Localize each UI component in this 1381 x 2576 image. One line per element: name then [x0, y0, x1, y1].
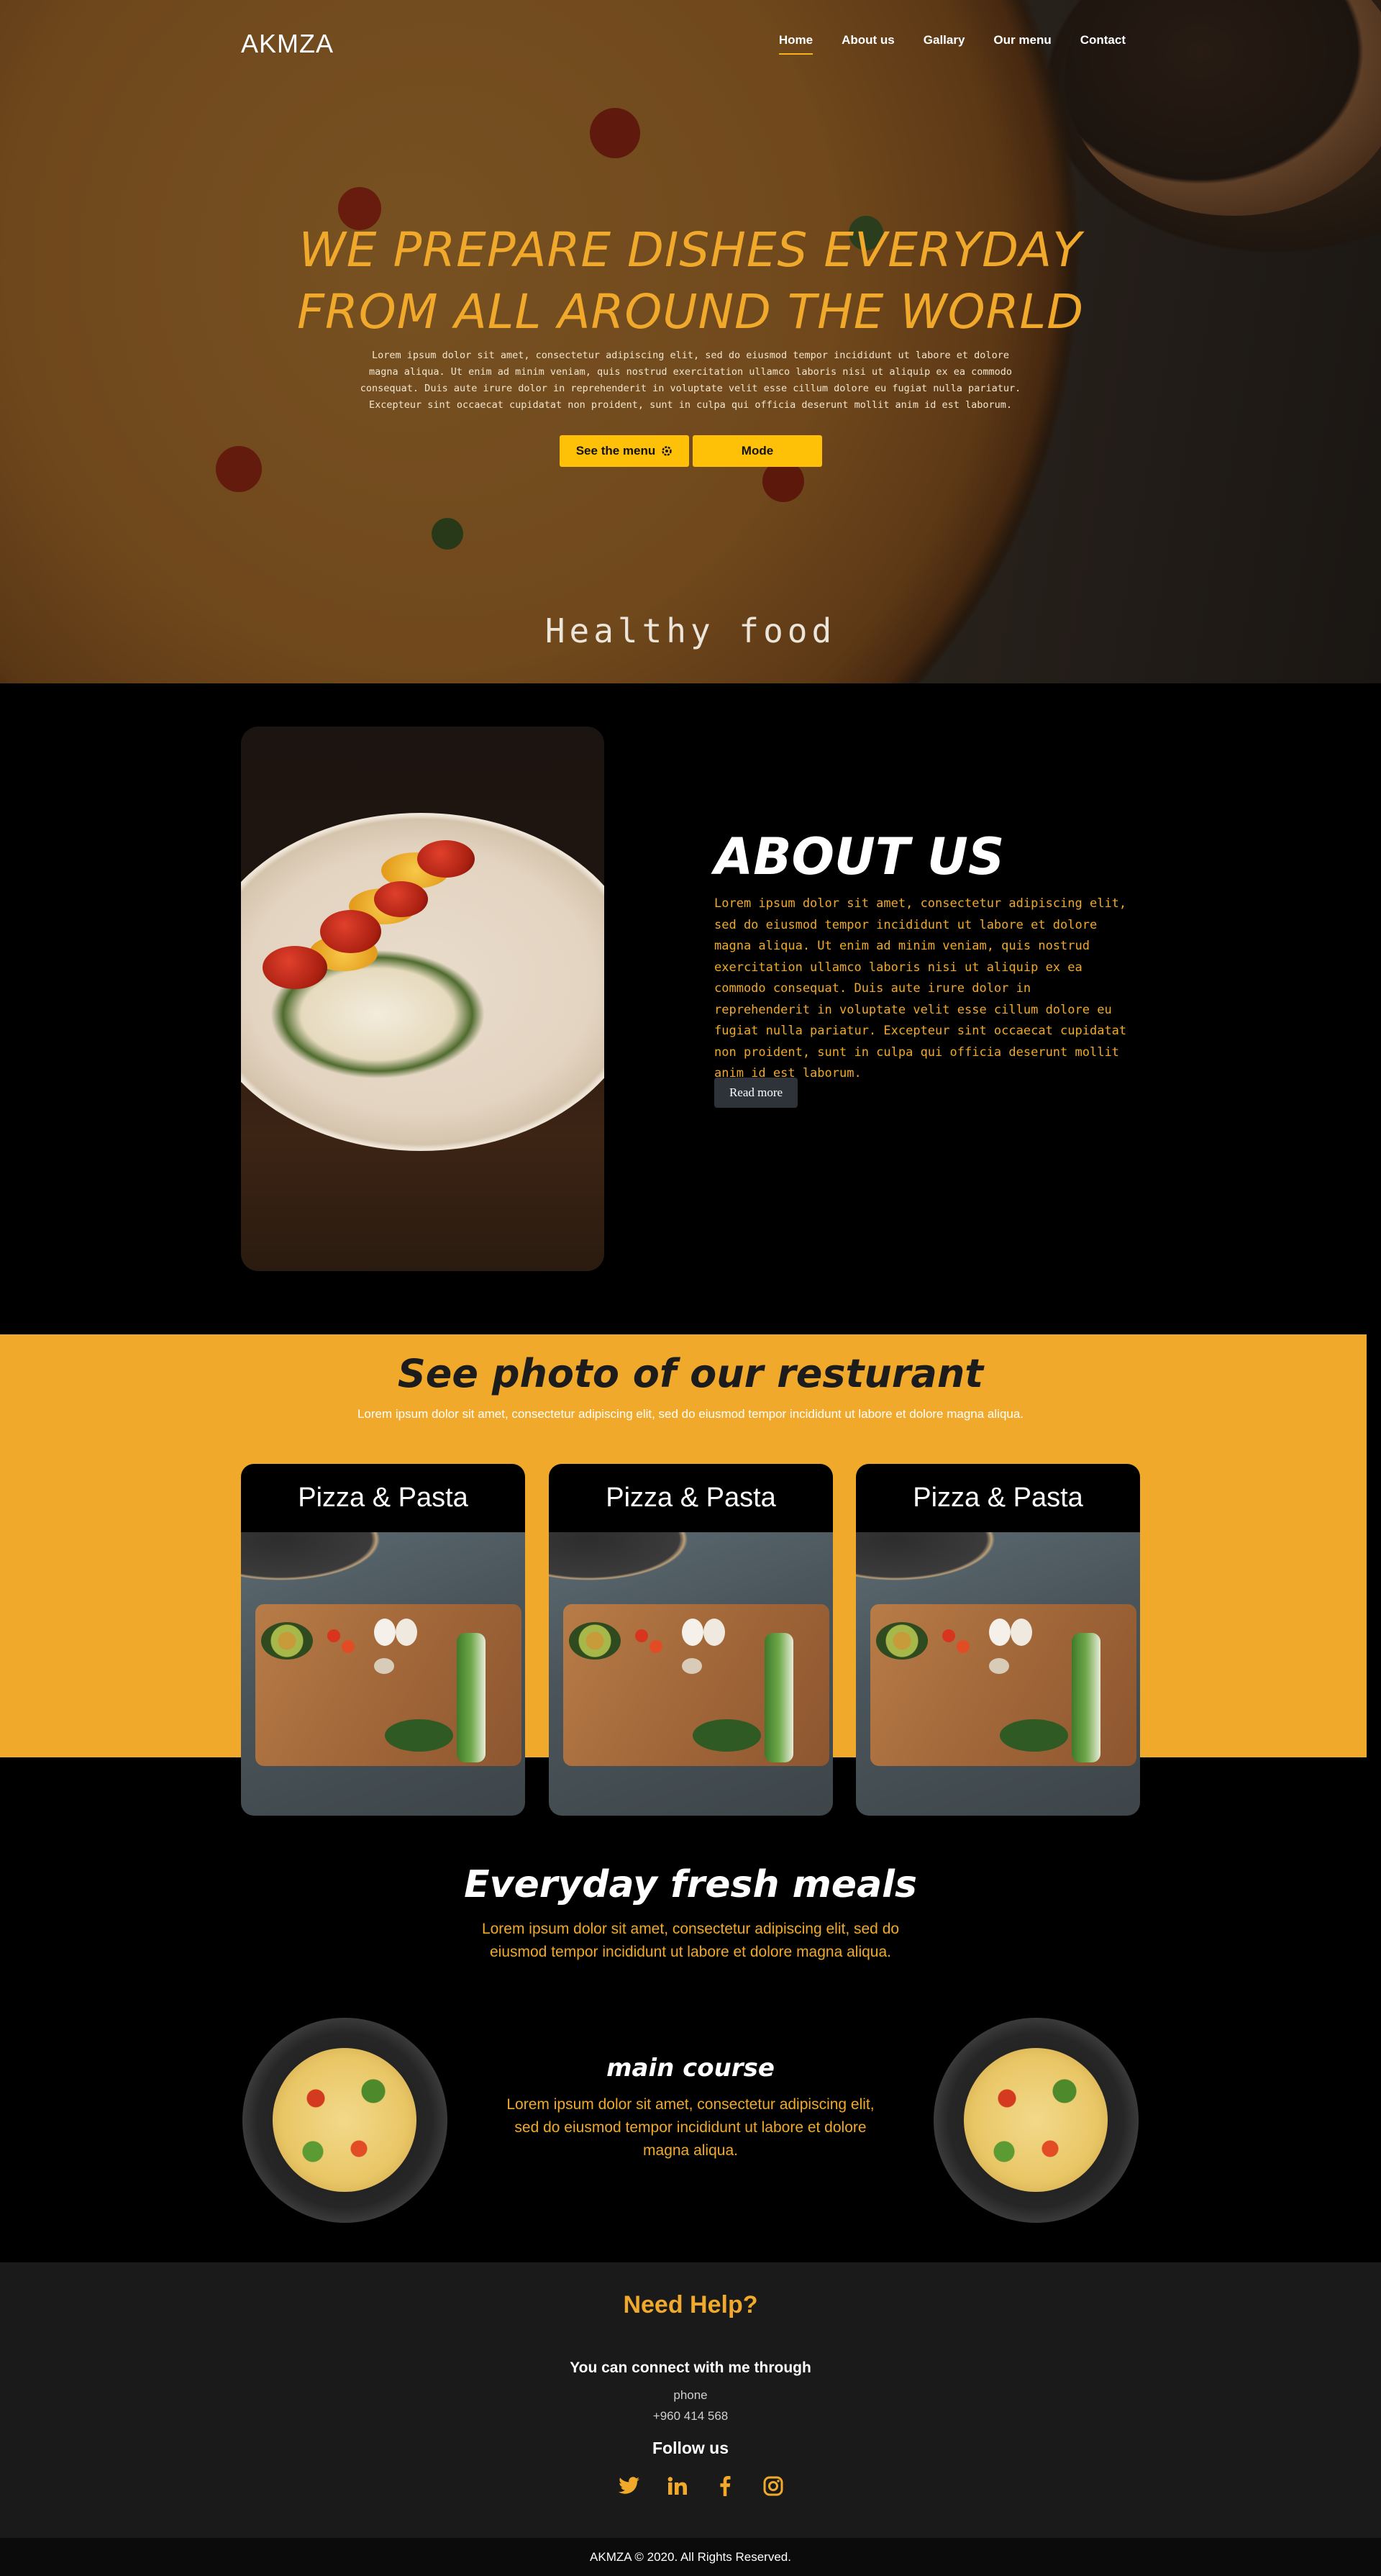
hero-title-line1: WE PREPARE DISHES EVERYDAY	[298, 222, 1083, 278]
mushroom-decoration	[374, 1658, 394, 1674]
tomato-decoration	[327, 1629, 340, 1642]
tomato-decoration	[635, 1629, 648, 1642]
instagram-icon[interactable]	[759, 2472, 788, 2500]
connect-text: You can connect with me through	[570, 2359, 811, 2376]
tomato-decoration	[342, 1640, 355, 1653]
pasta-shape	[964, 2048, 1108, 2192]
gear-icon	[662, 446, 672, 456]
tomato-slice	[374, 881, 428, 917]
help-title: Need Help?	[623, 2291, 758, 2318]
tomato-slice	[320, 910, 381, 953]
spinach-decoration	[385, 1719, 453, 1752]
scallion-decoration	[765, 1633, 793, 1762]
scallion-decoration	[1072, 1633, 1100, 1762]
read-more-button[interactable]: Read more	[714, 1078, 798, 1108]
hero-tagline: Healthy food	[544, 611, 837, 650]
meals-subtitle: Lorem ipsum dolor sit amet, consectetur …	[481, 1921, 900, 1960]
pasta-bowl-image	[934, 2018, 1139, 2223]
phone-number[interactable]: +960 414 568	[0, 2409, 1381, 2423]
avocado-decoration	[876, 1622, 928, 1660]
nav-link-home[interactable]: Home	[778, 33, 813, 55]
ingredients-image	[856, 1532, 1140, 1816]
phone-label: phone	[673, 2388, 708, 2402]
spinach-decoration	[693, 1719, 761, 1752]
scallion-decoration	[457, 1633, 486, 1762]
gallery-card[interactable]: Pizza & Pasta	[549, 1464, 833, 1816]
course-title: main course	[606, 2054, 775, 2083]
hero-section: AKMZA Home About us Gallary Our menu Con…	[0, 0, 1381, 683]
egg-decoration	[703, 1619, 725, 1646]
tomato-slice	[417, 840, 475, 878]
tomato-decoration	[942, 1629, 955, 1642]
course-description: Lorem ipsum dolor sit amet, consectetur …	[506, 2096, 875, 2159]
copyright-bar: AKMZA © 2020. All Rights Reserved.	[0, 2538, 1381, 2576]
egg-decoration	[374, 1619, 396, 1646]
facebook-icon[interactable]	[711, 2472, 739, 2500]
spinach-decoration	[1000, 1719, 1068, 1752]
gallery-card-title: Pizza & Pasta	[606, 1483, 776, 1513]
tomato-decoration	[650, 1640, 662, 1653]
tomato-decoration	[957, 1640, 970, 1653]
top-navbar: AKMZA Home About us Gallary Our menu Con…	[0, 0, 1381, 86]
brand-logo[interactable]: AKMZA	[241, 29, 334, 59]
twitter-icon[interactable]	[615, 2472, 644, 2500]
nav-link-about[interactable]: About us	[842, 33, 895, 55]
gallery-card-title: Pizza & Pasta	[298, 1483, 468, 1513]
mushroom-decoration	[989, 1658, 1009, 1674]
follow-title: Follow us	[652, 2439, 729, 2457]
nav-link-contact[interactable]: Contact	[1080, 33, 1126, 55]
egg-decoration	[682, 1619, 703, 1646]
egg-decoration	[396, 1619, 417, 1646]
ingredients-image	[241, 1532, 525, 1816]
mushroom-decoration	[682, 1658, 702, 1674]
gallery-card[interactable]: Pizza & Pasta	[856, 1464, 1140, 1816]
pasta-bowl-image	[242, 2018, 447, 2223]
gallery-subtitle: Lorem ipsum dolor sit amet, consectetur …	[357, 1407, 1024, 1421]
see-menu-label: See the menu	[575, 444, 656, 458]
ingredients-image	[549, 1532, 833, 1816]
hero-description: Lorem ipsum dolor sit amet, consectetur …	[360, 350, 1021, 411]
see-menu-button[interactable]: See the menu	[560, 435, 689, 467]
hero-title: WE PREPARE DISHES EVERYDAY FROM ALL AROU…	[0, 219, 1381, 343]
hero-title-line2: FROM ALL AROUND THE WORLD	[296, 284, 1085, 340]
gallery-card[interactable]: Pizza & Pasta	[241, 1464, 525, 1816]
avocado-decoration	[261, 1622, 313, 1660]
nav-link-menu[interactable]: Our menu	[993, 33, 1051, 55]
social-links	[615, 2472, 788, 2500]
about-section: ABOUT US Lorem ipsum dolor sit amet, con…	[0, 683, 1381, 1334]
about-dish-image	[241, 727, 604, 1271]
egg-decoration	[989, 1619, 1011, 1646]
nav-link-gallery[interactable]: Gallary	[924, 33, 965, 55]
egg-decoration	[1011, 1619, 1032, 1646]
about-title: ABOUT US	[714, 827, 1005, 886]
hero-buttons: See the menu Mode	[560, 435, 822, 467]
avocado-decoration	[569, 1622, 621, 1660]
meals-title: Everyday fresh meals	[464, 1863, 917, 1906]
gallery-title: See photo of our resturant	[397, 1351, 984, 1396]
mode-button[interactable]: Mode	[693, 435, 822, 467]
nav-links: Home About us Gallary Our menu Contact	[778, 33, 1126, 55]
linkedin-icon[interactable]	[663, 2472, 692, 2500]
about-description: Lorem ipsum dolor sit amet, consectetur …	[714, 896, 1127, 1080]
gallery-card-title: Pizza & Pasta	[913, 1483, 1083, 1513]
copyright-text: AKMZA © 2020. All Rights Reserved.	[590, 2549, 791, 2564]
tomato-slice	[263, 946, 327, 989]
